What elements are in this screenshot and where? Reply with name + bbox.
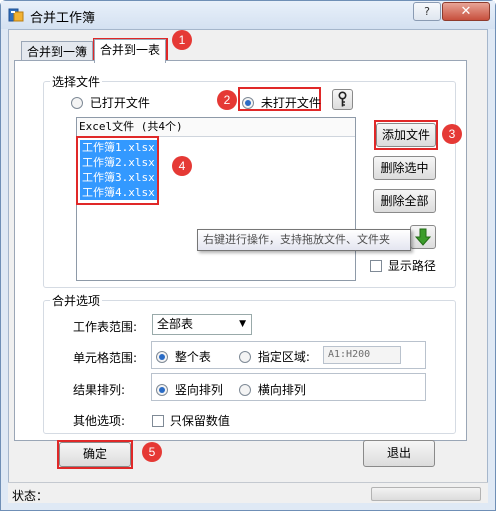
sheet-range-label: 工作表范围:: [73, 320, 138, 334]
status-label: 状态：: [12, 489, 49, 503]
radio-specified-range-label: 指定区域:: [257, 350, 310, 364]
sheet-range-select[interactable]: 全部表 ▼: [152, 314, 252, 335]
title-bar[interactable]: 合并工作簿 ? ✕: [1, 1, 495, 29]
password-key-button[interactable]: [332, 89, 353, 110]
tooltip: 右键进行操作，支持拖放文件、文件夹: [197, 229, 411, 251]
window-title: 合并工作簿: [30, 11, 96, 26]
range-input[interactable]: A1:H200: [323, 346, 401, 364]
radio-specified-range[interactable]: 指定区域:: [239, 348, 310, 365]
radio-vertical-indicator[interactable]: [156, 384, 168, 396]
radio-unopened-files[interactable]: 未打开文件: [242, 94, 321, 111]
show-path-check-indicator[interactable]: [370, 260, 382, 272]
key-icon: [338, 91, 347, 107]
radio-vertical[interactable]: 竖向排列: [156, 381, 223, 398]
radio-opened-label: 已打开文件: [89, 96, 150, 110]
radio-opened-indicator[interactable]: [71, 97, 83, 109]
highlight-file-items: [76, 136, 159, 205]
step-badge-1: 1: [172, 30, 192, 50]
step-badge-2: 2: [217, 90, 237, 110]
other-options-label: 其他选项:: [73, 414, 126, 428]
arrow-down-icon: [414, 228, 432, 246]
sheet-range-value: 全部表: [157, 317, 194, 331]
radio-whole-sheet-indicator[interactable]: [156, 351, 168, 363]
radio-whole-sheet[interactable]: 整个表: [156, 348, 211, 365]
file-group-title: 选择文件: [50, 73, 103, 90]
values-only-checkbox[interactable]: 只保留数值: [152, 412, 230, 429]
close-button[interactable]: ✕: [442, 2, 490, 21]
exit-button[interactable]: 退出: [363, 440, 435, 467]
help-button[interactable]: ?: [413, 2, 441, 21]
step-badge-4: 4: [172, 156, 192, 176]
cell-range-label: 单元格范围:: [73, 351, 138, 365]
radio-opened-files[interactable]: 已打开文件: [71, 94, 150, 111]
step-badge-3: 3: [442, 124, 462, 144]
radio-horizontal-label: 横向排列: [257, 383, 306, 397]
radio-unopened-indicator[interactable]: [242, 97, 254, 109]
result-order-label: 结果排列:: [73, 383, 126, 397]
highlight-ok: [57, 440, 133, 469]
step-badge-5: 5: [142, 442, 162, 462]
show-path-checkbox[interactable]: 显示路径: [370, 257, 436, 274]
tab-merge-to-sheet[interactable]: 合并到一表: [94, 39, 167, 63]
options-group-title: 合并选项: [50, 292, 103, 309]
radio-horizontal-indicator[interactable]: [239, 384, 251, 396]
progress-bar: [371, 487, 481, 501]
values-only-label: 只保留数值: [169, 414, 230, 428]
highlight-add-file: [374, 120, 438, 150]
radio-specified-range-indicator[interactable]: [239, 351, 251, 363]
radio-horizontal[interactable]: 横向排列: [239, 381, 306, 398]
show-path-label: 显示路径: [387, 259, 436, 273]
radio-vertical-label: 竖向排列: [174, 383, 223, 397]
merge-workbook-window: 合并工作簿 ? ✕ 合并到一簿 合并到一表 1 选择文件 已打开文件 2 未打开…: [0, 0, 496, 511]
radio-whole-sheet-label: 整个表: [174, 350, 211, 364]
values-only-check-indicator[interactable]: [152, 415, 164, 427]
delete-all-button[interactable]: 删除全部: [373, 189, 436, 213]
delete-selected-button[interactable]: 删除选中: [373, 156, 436, 180]
status-bar: 状态：: [8, 482, 488, 503]
app-icon: [8, 8, 24, 22]
radio-unopened-label: 未打开文件: [260, 96, 321, 110]
file-list-header: Excel文件 (共4个): [77, 118, 355, 137]
move-down-button[interactable]: [410, 225, 436, 249]
chevron-down-icon: ▼: [239, 319, 246, 329]
